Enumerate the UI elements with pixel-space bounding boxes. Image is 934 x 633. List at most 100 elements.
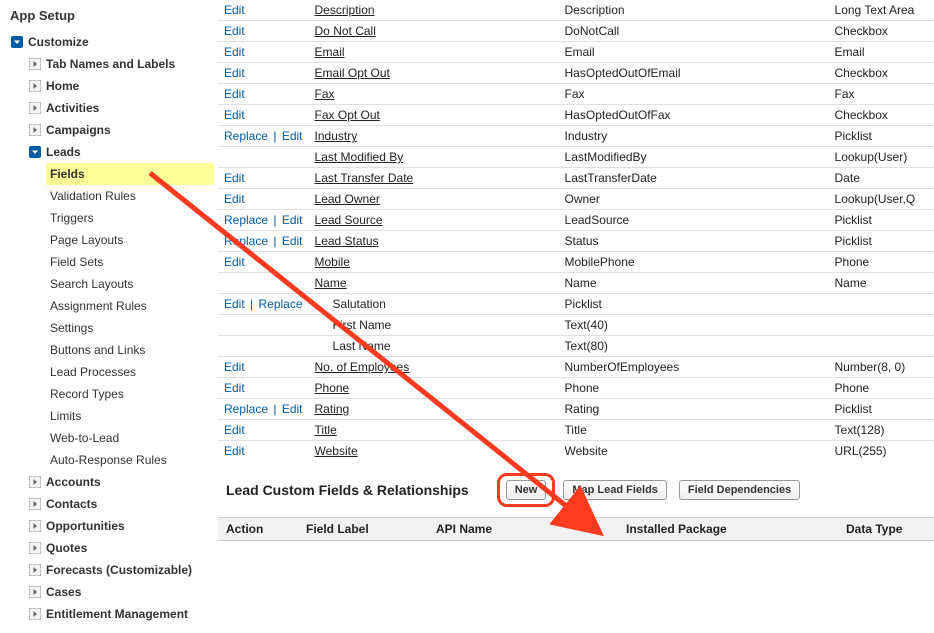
edit-link[interactable]: Edit [224,24,245,38]
tree-leaf-buttons-and-links[interactable]: Buttons and Links [46,339,214,361]
edit-link[interactable]: Edit [224,108,245,122]
tree-leaf-triggers[interactable]: Triggers [46,207,214,229]
expand-icon[interactable] [28,607,42,621]
tree-node-entitlement-management[interactable]: Entitlement Management [28,603,214,625]
edit-link[interactable]: Edit [224,423,245,437]
tree-label[interactable]: Cases [46,583,81,601]
expand-icon[interactable] [28,123,42,137]
replace-link[interactable]: Replace [224,129,268,143]
field-dependencies-button[interactable]: Field Dependencies [679,480,800,500]
tree-label[interactable]: Contacts [46,495,97,513]
new-button[interactable]: New [506,480,547,500]
expand-icon[interactable] [28,563,42,577]
tree-label[interactable]: Quotes [46,539,87,557]
edit-link[interactable]: Edit [224,360,245,374]
expand-icon[interactable] [28,585,42,599]
replace-link[interactable]: Replace [258,297,302,311]
replace-link[interactable]: Replace [224,402,268,416]
field-label-link[interactable]: Rating [315,402,350,416]
expand-icon[interactable] [28,497,42,511]
tree-label[interactable]: Activities [46,99,99,117]
tree-label[interactable]: Customize [28,33,89,51]
tree-leaf-web-to-lead[interactable]: Web-to-Lead [46,427,214,449]
tree-node-home[interactable]: Home [28,75,214,97]
expand-icon[interactable] [28,541,42,555]
tree-leaf-search-layouts[interactable]: Search Layouts [46,273,214,295]
field-label-link[interactable]: Website [315,444,358,458]
tree-leaf-record-types[interactable]: Record Types [46,383,214,405]
tree-leaf-limits[interactable]: Limits [46,405,214,427]
tree-node-accounts[interactable]: Accounts [28,471,214,493]
tree-node-contacts[interactable]: Contacts [28,493,214,515]
edit-link[interactable]: Edit [282,402,303,416]
field-label-link[interactable]: Mobile [315,255,350,269]
edit-link[interactable]: Edit [224,87,245,101]
replace-link[interactable]: Replace [224,234,268,248]
expand-icon[interactable] [28,79,42,93]
field-label-link[interactable]: Last Modified By [315,150,404,164]
field-label-link[interactable]: Title [315,423,337,437]
field-label-link[interactable]: Email [315,45,345,59]
field-label-link[interactable]: Fax Opt Out [315,108,380,122]
tree-label[interactable]: Forecasts (Customizable) [46,561,192,579]
tree-node-opportunities[interactable]: Opportunities [28,515,214,537]
tree-node-customize[interactable]: Customize [10,31,214,53]
field-label-link[interactable]: Name [315,276,347,290]
tree-leaf-fields[interactable]: Fields [46,163,214,185]
tree-leaf-lead-processes[interactable]: Lead Processes [46,361,214,383]
edit-link[interactable]: Edit [282,213,303,227]
tree-label[interactable]: Tab Names and Labels [46,55,175,73]
edit-link[interactable]: Edit [282,129,303,143]
tree-node-campaigns[interactable]: Campaigns [28,119,214,141]
tree-node-activities[interactable]: Activities [28,97,214,119]
tree-node-leads[interactable]: Leads [28,141,214,163]
field-label-link[interactable]: Do Not Call [315,24,376,38]
expand-icon[interactable] [28,101,42,115]
edit-link[interactable]: Edit [224,255,245,269]
edit-link[interactable]: Edit [224,381,245,395]
edit-link[interactable]: Edit [282,234,303,248]
field-label-link[interactable]: Email Opt Out [315,66,390,80]
field-label-link[interactable]: Industry [315,129,358,143]
field-label-link[interactable]: Description [315,3,375,17]
field-label-link[interactable]: No. of Employees [315,360,410,374]
expand-icon[interactable] [28,519,42,533]
tree-leaf-validation-rules[interactable]: Validation Rules [46,185,214,207]
edit-link[interactable]: Edit [224,192,245,206]
tree-leaf-settings[interactable]: Settings [46,317,214,339]
tree-node-forecasts-customizable-[interactable]: Forecasts (Customizable) [28,559,214,581]
collapse-icon[interactable] [10,35,24,49]
tree-label[interactable]: Entitlement Management [46,605,188,623]
field-label-link[interactable]: Lead Source [315,213,383,227]
field-label-link[interactable]: Lead Status [315,234,379,248]
edit-link[interactable]: Edit [224,66,245,80]
tree-label[interactable]: Opportunities [46,517,125,535]
tree-label[interactable]: Leads [46,143,81,161]
field-label-link[interactable]: Last Transfer Date [315,171,414,185]
expand-icon[interactable] [28,57,42,71]
tree-label[interactable]: Accounts [46,473,101,491]
field-label-link[interactable]: Fax [315,87,335,101]
tree-leaf-assignment-rules[interactable]: Assignment Rules [46,295,214,317]
tree-leaf-field-sets[interactable]: Field Sets [46,251,214,273]
expand-icon[interactable] [28,475,42,489]
tree-node-cases[interactable]: Cases [28,581,214,603]
map-lead-fields-button[interactable]: Map Lead Fields [563,480,667,500]
field-data-type [829,294,934,315]
tree-label[interactable]: Home [46,77,79,95]
edit-link[interactable]: Edit [224,444,245,458]
field-label-link[interactable]: Lead Owner [315,192,380,206]
tree-leaf-auto-response-rules[interactable]: Auto-Response Rules [46,449,214,471]
field-label-link[interactable]: Phone [315,381,350,395]
edit-link[interactable]: Edit [224,45,245,59]
field-api-name: LastTransferDate [559,168,829,189]
tree-node-quotes[interactable]: Quotes [28,537,214,559]
edit-link[interactable]: Edit [224,171,245,185]
replace-link[interactable]: Replace [224,213,268,227]
collapse-icon[interactable] [28,145,42,159]
tree-label[interactable]: Campaigns [46,121,111,139]
edit-link[interactable]: Edit [224,297,245,311]
tree-leaf-page-layouts[interactable]: Page Layouts [46,229,214,251]
edit-link[interactable]: Edit [224,3,245,17]
tree-node-tab-names-and-labels[interactable]: Tab Names and Labels [28,53,214,75]
